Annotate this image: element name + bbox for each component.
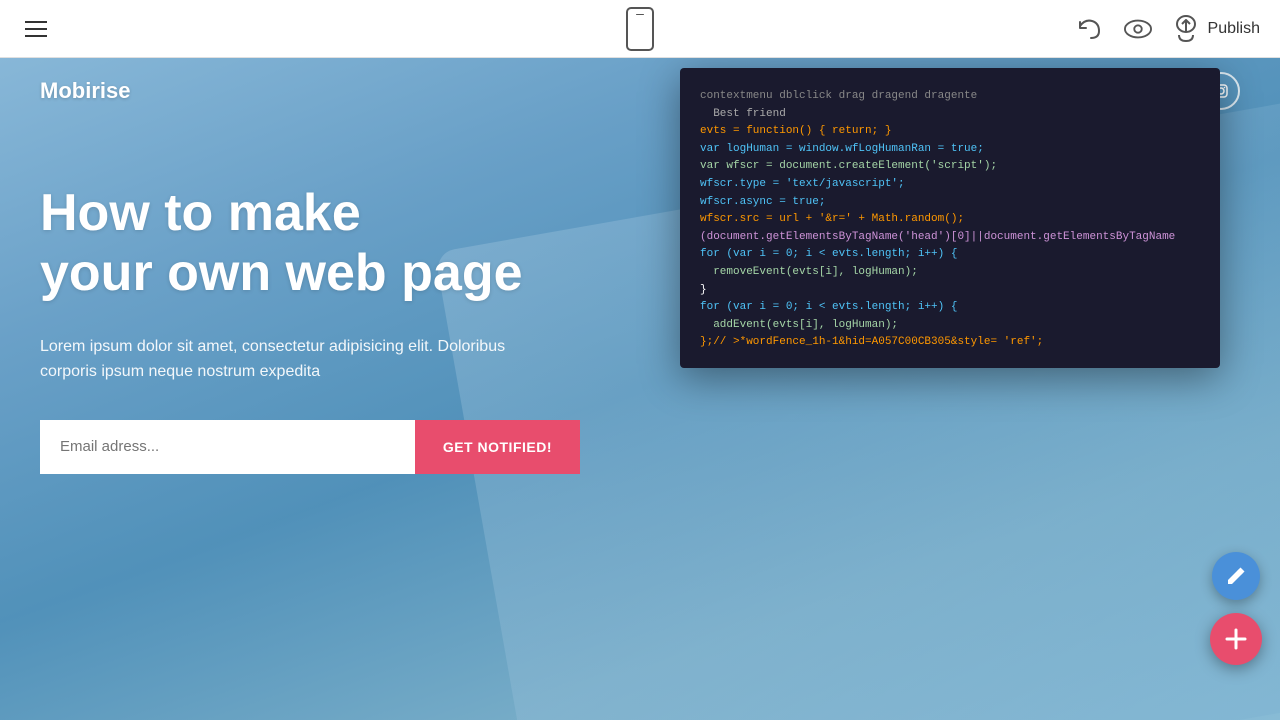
publish-button[interactable]: Publish [1172,15,1260,43]
main-area: Mobirise Home Services About Us [0,58,1280,720]
hamburger-icon[interactable] [20,16,52,42]
publish-label: Publish [1208,20,1260,38]
toolbar-center [626,7,654,51]
email-form: GET NOTIFIED! [40,420,580,474]
code-screenshot: contextmenu dblclick drag dragend dragen… [680,68,1220,368]
hero-title-line2: your own web page [40,244,523,302]
hero-subtitle: Lorem ipsum dolor sit amet, consectetur … [40,334,560,385]
upload-icon [1172,15,1200,43]
toolbar-left [20,16,52,42]
mobile-preview-icon[interactable] [626,7,654,51]
toolbar: Publish [0,0,1280,58]
fab-edit-button[interactable] [1212,552,1260,600]
code-content: contextmenu dblclick drag dragend dragen… [680,68,1220,368]
hero-left: How to make your own web page Lorem ipsu… [40,184,580,474]
notify-button[interactable]: GET NOTIFIED! [415,420,580,474]
hero-title-line1: How to make [40,184,361,242]
toolbar-right: Publish [1076,15,1260,43]
undo-icon[interactable] [1076,15,1104,43]
hero-title: How to make your own web page [40,184,580,304]
eye-icon[interactable] [1124,15,1152,43]
site-brand: Mobirise [40,78,130,104]
email-input[interactable] [40,420,415,474]
fab-add-button[interactable] [1210,613,1262,665]
